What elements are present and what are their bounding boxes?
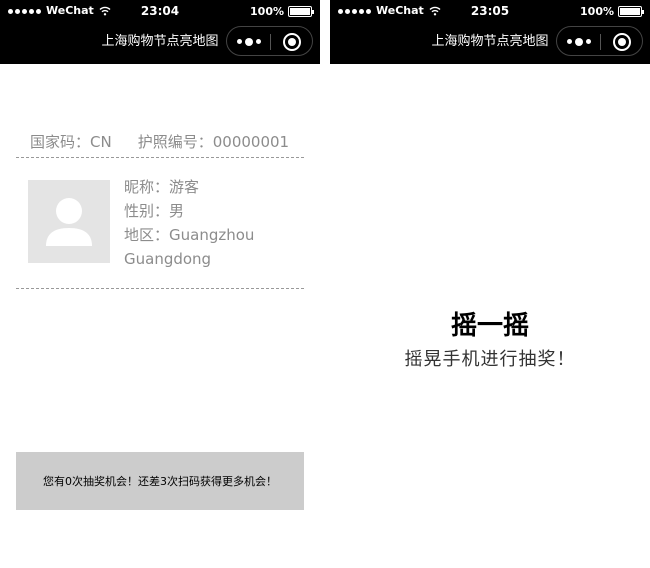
battery-percentage: 100% [580,5,614,18]
close-target-icon[interactable] [283,33,301,51]
divider-top [16,157,304,158]
screenshot-canvas: WeChat 23:04 100% 上海购物节点亮地图 国家码：CN 护照编号：… [0,0,650,568]
region-text: 地区：Guangzhou Guangdong [124,226,255,268]
lottery-notice-text: 您有0次抽奖机会！还差3次扫码获得更多机会！ [43,475,277,488]
battery-percentage: 100% [250,5,284,18]
phone-screen-passport: WeChat 23:04 100% 上海购物节点亮地图 国家码：CN 护照编号：… [0,0,320,568]
mini-program-capsule [226,26,313,56]
phone-screen-shake: WeChat 23:05 100% 上海购物节点亮地图 摇一摇 摇晃手机进行抽奖… [330,0,650,568]
battery-icon [618,6,644,17]
country-code-label: 国家码： [30,133,91,151]
profile-info: 昵称：游客 性别：男 地区：Guangzhou Guangdong [124,175,304,271]
avatar-placeholder-icon [46,198,92,246]
capsule-divider [600,34,601,50]
country-code-value: CN [90,133,112,151]
avatar [28,180,110,263]
divider-bottom [16,288,304,289]
capsule-divider [270,34,271,50]
nickname-text: 昵称：游客 [124,178,200,196]
navigation-bar: WeChat 23:05 100% 上海购物节点亮地图 [330,0,650,64]
mini-program-capsule [556,26,643,56]
more-dots-icon[interactable] [567,37,591,46]
shake-title: 摇一摇 [450,311,529,341]
status-bar: WeChat 23:05 100% [330,0,650,22]
passport-number-label: 护照编号： [137,133,213,151]
passport-number-value: 00000001 [212,133,290,151]
status-bar: WeChat 23:04 100% [0,0,320,22]
close-target-icon[interactable] [613,33,631,51]
navigation-bar: WeChat 23:04 100% 上海购物节点亮地图 [0,0,320,64]
battery-icon [288,6,314,17]
passport-info: 国家码：CN 护照编号：00000001 [30,132,310,152]
gender-text: 性别：男 [124,202,185,220]
more-dots-icon[interactable] [237,37,261,46]
lottery-notice-bar: 您有0次抽奖机会！还差3次扫码获得更多机会！ [16,452,304,510]
shake-subtitle: 摇晃手机进行抽奖！ [404,349,576,370]
